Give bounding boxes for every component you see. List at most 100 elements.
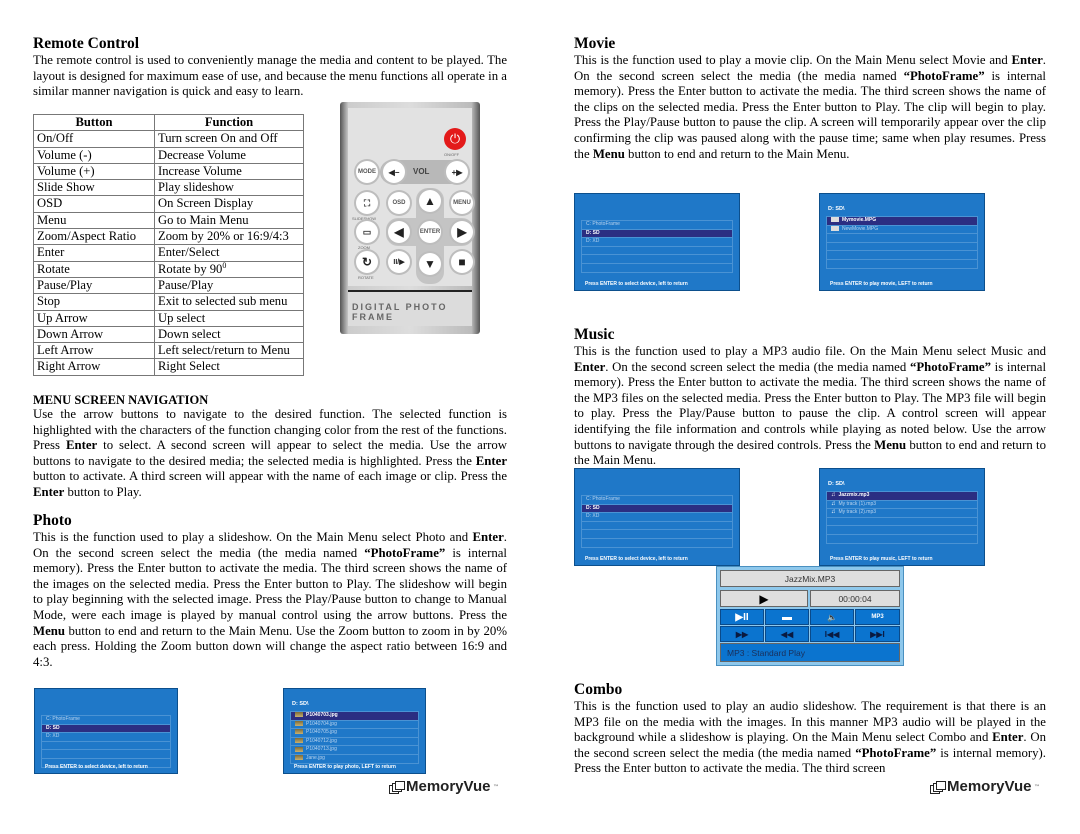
screen-list-item-label: P1040704.jpg xyxy=(306,720,337,727)
screen-list-item: NewMovie.MPG xyxy=(826,225,978,235)
screen-list-item: Mymovie.MPG xyxy=(826,216,978,226)
down-arrow-icon: ▼ xyxy=(419,253,441,275)
logo-icon xyxy=(930,780,946,794)
memoryvue-logo: MemoryVue ™ xyxy=(389,778,498,795)
screen-footer-hint: Press ENTER to select device, left to re… xyxy=(585,281,688,287)
screen-footer-hint: Press ENTER to play music, LEFT to retur… xyxy=(830,556,933,562)
screen-list-item-label: P1040713.jpg xyxy=(306,746,337,753)
screen-list-item: D: XD xyxy=(581,513,733,522)
screen-list-item: C: PhotoFrame xyxy=(41,715,171,725)
remote-face: ⏻ ON/OFF MODE ◀− VOL +▶ ⛶ SLIDESHOW OSD … xyxy=(348,108,474,286)
table-row: Pause/Play Pause/Play xyxy=(33,276,304,295)
function-cell: Down select xyxy=(154,325,304,344)
screen-list-item: P1040704.jpg xyxy=(290,720,419,730)
menu-button: MENU xyxy=(451,192,473,214)
screen-list-item: Jane.jpg xyxy=(290,754,419,764)
button-name-cell: Up Arrow xyxy=(33,309,155,327)
film-icon xyxy=(831,217,839,223)
screen-list-item: P1040713.jpg xyxy=(290,746,419,755)
screen-path-header: D: SD\ xyxy=(828,206,845,212)
remote-control-image: ⏻ ON/OFF MODE ◀− VOL +▶ ⛶ SLIDESHOW OSD … xyxy=(340,102,480,334)
screen-list-item: D: SD xyxy=(581,229,733,239)
button-name-cell: Stop xyxy=(33,293,155,311)
screen-list-item xyxy=(581,246,733,256)
function-cell: Play slideshow xyxy=(154,179,304,197)
screen-list-item-label: NewMovie.MPG xyxy=(842,225,879,232)
image-file-icon xyxy=(295,755,303,761)
screen-list-item xyxy=(826,526,978,535)
screen-list-item xyxy=(581,521,733,531)
table-row: Enter Enter/Select xyxy=(33,244,304,262)
mp3-status: MP3 : Standard Play xyxy=(720,643,900,662)
zoom-label: ZOOM xyxy=(358,245,370,250)
combo-title: Combo xyxy=(574,681,623,698)
screen-list-item xyxy=(41,741,171,751)
button-name-cell: Menu xyxy=(33,211,155,230)
table-row: Volume (+) Increase Volume xyxy=(33,162,304,181)
logo-text: MemoryVue xyxy=(406,778,491,795)
screen-list-item xyxy=(581,530,733,539)
screen-list-item-label: D: XD xyxy=(46,733,60,740)
mp3-time: 00:00:04 xyxy=(810,590,900,607)
image-file-icon xyxy=(295,712,303,718)
screen-list-item: ♫ Jazzmix.mp3 xyxy=(826,491,978,501)
volume-label: VOL xyxy=(413,167,430,176)
screen-list-item-label: P1040705.jpg xyxy=(306,729,337,736)
pause-play-icon: II/▶ xyxy=(388,251,410,273)
button-name-cell: Volume (-) xyxy=(33,146,155,164)
function-cell: Pause/Play xyxy=(154,276,304,295)
screen-list: P1040703.jpg P1040704.jpg P1040705.jpg P104… xyxy=(290,711,419,764)
screen-list-item-label: C: PhotoFrame xyxy=(586,221,620,227)
remote-control-intro: The remote control is used to convenient… xyxy=(33,53,507,99)
rewind-icon: ◀◀ xyxy=(765,626,809,642)
movie-text: This is the function used to play a movi… xyxy=(574,53,1046,161)
movie-title: Movie xyxy=(574,35,616,52)
table-row: Right Arrow Right Select xyxy=(33,358,304,376)
screen-list-item: D: XD xyxy=(581,238,733,247)
function-cell: Increase Volume xyxy=(154,162,304,181)
table-header-button: Button xyxy=(33,113,155,132)
rotate-icon: ↻ xyxy=(356,251,378,273)
screen-list-item-label: D: XD xyxy=(586,513,600,520)
music-note-icon: ♫ xyxy=(831,509,836,516)
screen-list: C: PhotoFrame D: SD D: XD xyxy=(581,220,733,273)
screen-list-item-label: C: PhotoFrame xyxy=(46,716,80,722)
screen-list-item-label: C: PhotoFrame xyxy=(586,496,620,502)
power-icon: ⏻ xyxy=(444,128,466,150)
slideshow-icon: ⛶ xyxy=(356,192,378,214)
brand-strip-text: DIGITAL PHOTO FRAME xyxy=(352,302,448,322)
button-name-cell: Enter xyxy=(33,244,155,262)
mode-button: MODE xyxy=(356,161,378,183)
screen-list-item xyxy=(826,259,978,269)
degree-superscript: 0 xyxy=(222,260,227,270)
table-row: OSD On Screen Display xyxy=(33,195,304,213)
screen-path-header: D: SD\ xyxy=(828,481,845,487)
rotate-label: ROTATE xyxy=(358,275,374,280)
button-name-cell: Zoom/Aspect Ratio xyxy=(33,228,155,246)
logo-text: MemoryVue xyxy=(947,778,1032,795)
button-name-cell: Down Arrow xyxy=(33,325,155,344)
screen-list: ♫ Jazzmix.mp3 ♫ My track (1).mp3 ♫ My track (… xyxy=(826,491,978,544)
volume-icon: 🔈 xyxy=(810,609,854,625)
table-row: Menu Go to Main Menu xyxy=(33,211,304,230)
play-state-icon: ▶ xyxy=(720,590,808,607)
screen-list-item xyxy=(581,263,733,273)
button-name-cell: Slide Show xyxy=(33,179,155,197)
combo-text: This is the function used to play an aud… xyxy=(574,699,1046,776)
volume-up-icon: +▶ xyxy=(446,161,468,183)
music-note-icon: ♫ xyxy=(831,492,836,499)
screen-list-item: D: SD xyxy=(41,724,171,734)
music-text: This is the function used to play a MP3 … xyxy=(574,344,1046,468)
image-file-icon xyxy=(295,720,303,726)
function-cell: Turn screen On and Off xyxy=(154,130,304,148)
photo-text: This is the function used to play a slid… xyxy=(33,530,507,669)
screen-list-item-label: Mymovie.MPG xyxy=(842,217,877,223)
screen-path-header: D: SD\ xyxy=(292,701,309,707)
screen-list: C: PhotoFrame D: SD D: XD xyxy=(581,495,733,548)
menu-nav-title: MENU SCREEN NAVIGATION xyxy=(33,393,209,407)
movie-file-screen: D: SD\ Mymovie.MPG NewMovie.MPG Press ENTER… xyxy=(819,193,985,291)
play-pause-icon: ▶II xyxy=(720,609,764,625)
image-file-icon xyxy=(295,729,303,735)
previous-track-icon: I◀◀ xyxy=(810,626,854,642)
button-name-cell: Right Arrow xyxy=(33,358,155,376)
